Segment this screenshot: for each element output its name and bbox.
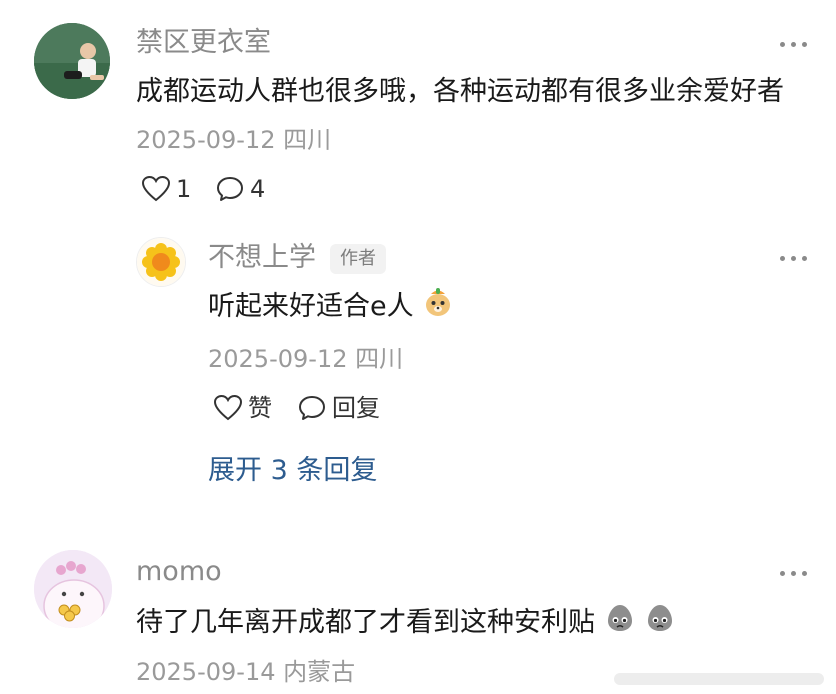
comment-text: 待了几年离开成都了才看到这种安利贴 xyxy=(136,605,676,639)
more-dots-icon[interactable] xyxy=(780,569,808,577)
username[interactable]: momo xyxy=(136,558,222,585)
speech-bubble-icon xyxy=(216,176,244,202)
author-badge: 作者 xyxy=(330,244,386,274)
reply-text: 听起来好适合e人 xyxy=(208,288,454,323)
like-button[interactable]: 赞 xyxy=(214,395,272,421)
heart-outline-icon xyxy=(142,176,170,202)
comment-text: 成都运动人群也很多哦，各种运动都有很多业余爱好者 xyxy=(136,76,784,107)
comment-meta: 2025-09-12 四川 xyxy=(136,126,332,154)
like-button[interactable]: 1 xyxy=(142,176,191,202)
more-dots-icon[interactable] xyxy=(780,254,808,262)
username[interactable]: 禁区更衣室 xyxy=(136,29,271,56)
sad-blob-emoji-icon xyxy=(604,605,636,639)
comment-meta: 2025-09-14 内蒙古 xyxy=(136,658,356,686)
expand-replies-link[interactable]: 展开 3 条回复 xyxy=(208,457,377,484)
reply-count: 4 xyxy=(250,175,266,203)
comment-text-content: 待了几年离开成都了才看到这种安利贴 xyxy=(136,607,595,638)
reply-label: 回复 xyxy=(332,394,380,422)
avatar[interactable] xyxy=(34,23,110,99)
reply-meta: 2025-09-12 四川 xyxy=(208,345,404,373)
more-dots-icon[interactable] xyxy=(780,40,808,48)
like-count: 1 xyxy=(176,175,192,203)
watermark xyxy=(614,670,824,688)
avatar[interactable] xyxy=(136,237,186,287)
reply-button[interactable]: 回复 xyxy=(298,395,380,421)
username[interactable]: 不想上学 xyxy=(208,244,316,271)
like-label: 赞 xyxy=(248,394,272,422)
dog-face-emoji-icon xyxy=(422,288,454,323)
reply-button[interactable]: 4 xyxy=(216,176,265,202)
reply-text-content: 听起来好适合e人 xyxy=(208,291,414,322)
heart-outline-icon xyxy=(214,395,242,421)
avatar[interactable] xyxy=(34,550,112,628)
sad-blob-emoji-icon xyxy=(644,605,676,639)
speech-bubble-icon xyxy=(298,395,326,421)
